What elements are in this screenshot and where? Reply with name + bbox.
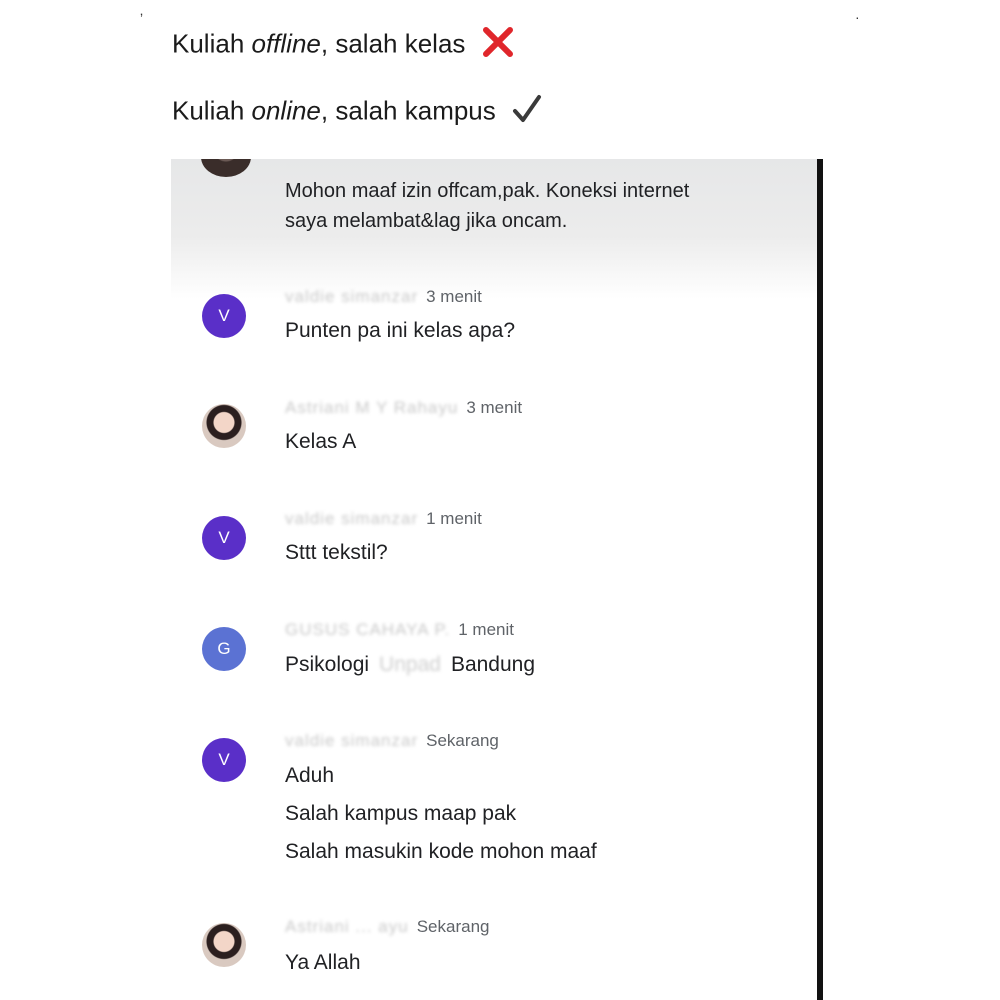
caption-online-suffix: , salah kampus <box>320 95 496 126</box>
message-text-after: Bandung <box>450 653 536 676</box>
caption-offline: Kuliah offline, salah kelas <box>172 27 515 64</box>
caption-online-emph: online <box>251 95 321 126</box>
top-message-line-1: Mohon maaf izin offcam,pak. Koneksi inte… <box>285 180 690 202</box>
message-text: Salah kampus maap pak <box>285 802 517 825</box>
caption-offline-suffix: , salah kelas <box>320 28 466 59</box>
message-text: Punten pa ini kelas apa? <box>285 319 516 342</box>
message-meta: valdie simanzar 1 menit <box>285 509 482 529</box>
message-meta: Astriani ... ayu Sekarang <box>285 917 490 937</box>
sender-name: GUSUS CAHAYA P. <box>285 620 451 639</box>
avatar: V <box>202 516 246 560</box>
corner-tick-right: · <box>855 9 860 25</box>
sender-name: valdie simanzar <box>285 287 419 306</box>
message-time: 3 menit <box>466 398 523 417</box>
caption-online: Kuliah online, salah kampus <box>172 94 543 131</box>
message-time: Sekarang <box>416 917 490 936</box>
message-meta: Astriani M Y Rahayu 3 menit <box>285 398 522 418</box>
message-text-before: Psikologi <box>285 653 370 676</box>
avatar: G <box>202 627 246 671</box>
avatar: V <box>202 738 246 782</box>
top-message-line-2: saya melambat&lag jika oncam. <box>285 210 568 232</box>
caption-offline-prefix: Kuliah <box>172 28 252 59</box>
message-text: Salah masukin kode mohon maaf <box>285 840 597 863</box>
message-text: Aduh <box>285 764 335 787</box>
message-text-hidden: Unpad <box>379 653 441 676</box>
caption-online-prefix: Kuliah <box>172 95 252 126</box>
check-icon <box>511 94 543 131</box>
message-time: 1 menit <box>426 509 482 528</box>
message-time: Sekarang <box>426 731 499 750</box>
corner-tick-left: ʼ <box>140 11 144 27</box>
message-meta: GUSUS CAHAYA P. 1 menit <box>285 620 514 640</box>
message-text: Sttt tekstil? <box>285 541 388 564</box>
sender-name: Astriani ... ayu <box>285 917 409 936</box>
message-text: Psikologi Unpad Bandung <box>285 653 535 677</box>
caption-offline-emph: offline <box>251 28 321 59</box>
message-time: 3 menit <box>426 287 482 306</box>
cross-icon <box>481 27 515 64</box>
message-text: Ya Allah <box>285 951 361 974</box>
message-meta: valdie simanzar 3 menit <box>285 287 482 307</box>
avatar <box>202 404 246 448</box>
chat-panel: Mohon maaf izin offcam,pak. Koneksi inte… <box>171 159 823 1000</box>
avatar <box>202 923 246 967</box>
sender-name: Astriani M Y Rahayu <box>285 398 459 417</box>
sender-name: valdie simanzar <box>285 509 419 528</box>
message-meta: valdie simanzar Sekarang <box>285 731 499 751</box>
message-text: Kelas A <box>285 430 357 453</box>
message-time: 1 menit <box>458 620 514 639</box>
sender-name: valdie simanzar <box>285 731 419 750</box>
avatar: V <box>202 294 246 338</box>
